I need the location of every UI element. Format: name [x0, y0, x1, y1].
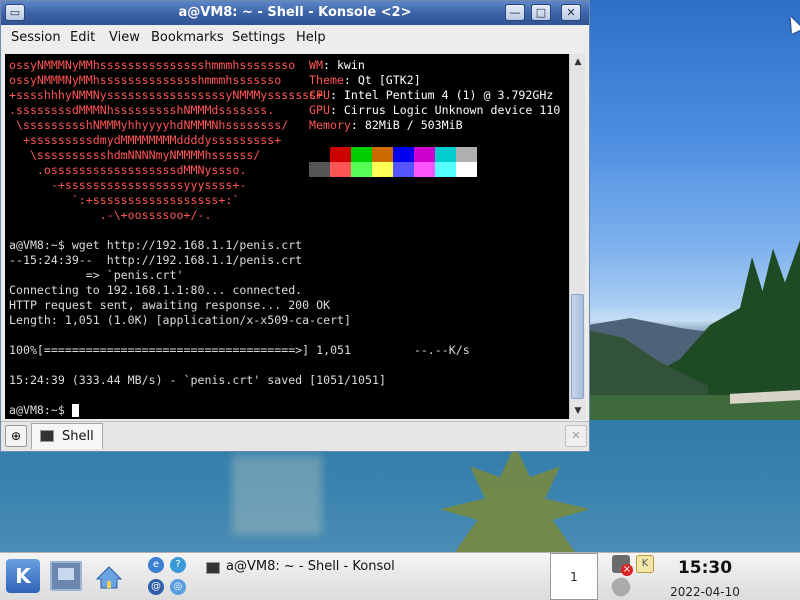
minimize-button[interactable]: — — [505, 4, 525, 21]
taskbar-window-button[interactable]: a@VM8: ~ - Shell - Konsol — [200, 555, 398, 581]
logo-line: +sssssssssdmydMMMMMMMMddddysssssssss+ — [9, 133, 282, 147]
konsole-window[interactable]: ▭ a@VM8: ~ - Shell - Konsole <2> — □ ✕ S… — [0, 0, 590, 452]
terminal-line: 15:24:39 (333.44 MB/s) - `penis.crt' sav… — [9, 373, 386, 387]
help-icon[interactable]: ? — [170, 557, 186, 573]
window-title: a@VM8: ~ - Shell - Konsole <2> — [178, 5, 412, 20]
terminal-icon — [40, 430, 54, 442]
palette-swatch — [330, 147, 351, 162]
wallpaper-pine-branch — [440, 445, 590, 552]
info-line: CPU: Intel Pentium 4 (1) @ 3.792GHz — [309, 88, 554, 102]
mouse-icon[interactable] — [608, 574, 634, 600]
show-desktop-icon[interactable] — [50, 561, 82, 591]
logo-line: +sssshhhyNMMNysssssssssssssssssyNMMMysss… — [9, 88, 324, 102]
konqueror-icon[interactable]: e — [148, 557, 164, 573]
palette-swatch — [309, 162, 330, 177]
kmail-icon[interactable]: @ — [148, 579, 164, 595]
terminal-line: a@VM8:~$ — [9, 403, 72, 417]
palette-swatch — [330, 162, 351, 177]
info-line: Memory: 82MiB / 503MiB — [309, 118, 463, 132]
palette-swatch — [351, 147, 372, 162]
logo-line: `:+ssssssssssssssssss+:` — [9, 193, 240, 207]
terminal-area[interactable]: ossyNMMMNyMMhssssssssssssssshmmmhsssssss… — [5, 54, 569, 419]
taskbar: K e ? @ ◎ a@VM8: ~ - Shell - Konsol 1 K … — [0, 552, 800, 600]
terminal-icon — [206, 562, 220, 574]
palette-swatch — [372, 162, 393, 177]
terminal-line: Connecting to 192.168.1.1:80... connecte… — [9, 283, 303, 297]
taskbar-window-title: a@VM8: ~ - Shell - Konsol — [226, 559, 395, 574]
menu-edit[interactable]: Edit — [70, 30, 95, 45]
network-disconnected-icon[interactable] — [612, 555, 633, 576]
palette-swatch — [351, 162, 372, 177]
info-line: Theme: Qt [GTK2] — [309, 73, 421, 87]
palette-swatch — [414, 147, 435, 162]
tab-shell[interactable]: Shell — [31, 423, 103, 449]
close-tab-button[interactable]: ✕ — [565, 425, 587, 447]
terminal-line: --15:24:39-- http://192.168.1.1/penis.cr… — [9, 253, 303, 267]
palette-swatch — [372, 147, 393, 162]
menu-settings[interactable]: Settings — [232, 30, 285, 45]
menu-bookmarks[interactable]: Bookmarks — [151, 30, 224, 45]
terminal-scrollbar[interactable]: ▲ ▼ — [569, 54, 585, 419]
palette-swatch — [435, 147, 456, 162]
terminal-cursor — [72, 404, 79, 417]
scroll-thumb[interactable] — [571, 294, 584, 399]
palette-swatch — [435, 162, 456, 177]
terminal-line: a@VM8:~$ wget http://192.168.1.1/penis.c… — [9, 238, 303, 252]
logo-line: .-\+oossssoo+/-. — [9, 208, 212, 222]
klipper-icon[interactable]: K — [636, 555, 654, 573]
system-tray: K — [604, 553, 662, 600]
terminal-line: Length: 1,051 (1.0K) [application/x-x509… — [9, 313, 352, 327]
new-tab-button[interactable]: ⊕ — [5, 425, 27, 447]
web-browser-icon[interactable]: ◎ — [170, 579, 186, 595]
menu-session[interactable]: Session — [11, 30, 61, 45]
clock-date[interactable]: 2022-04-10 — [662, 585, 748, 599]
home-folder-icon[interactable] — [93, 561, 125, 591]
close-button[interactable]: ✕ — [561, 4, 581, 21]
info-line: GPU: Cirrus Logic Unknown device 110 — [309, 103, 561, 117]
logo-line: .ossssssssssssssssssdMMNyssso. — [9, 163, 247, 177]
terminal-line: HTTP request sent, awaiting response... … — [9, 298, 331, 312]
terminal-line: 100%[===================================… — [9, 343, 470, 357]
logo-line: \ssssssssshNMMMyhhyyyyhdNMMMNhssssssss/ — [9, 118, 289, 132]
logo-line: ossyNMMMNyMMhsssssssssssssshmmmhsssssso — [9, 73, 282, 87]
scroll-up-arrow-icon[interactable]: ▲ — [570, 54, 586, 70]
palette-swatch — [456, 162, 477, 177]
logo-line: .ssssssssdMMMNhssssssssshNMMMdsssssss. — [9, 103, 275, 117]
scroll-down-arrow-icon[interactable]: ▼ — [570, 403, 586, 419]
palette-swatch — [309, 147, 330, 162]
palette-swatch — [414, 162, 435, 177]
desktop-pager[interactable]: 1 — [550, 553, 598, 600]
palette-swatch — [456, 147, 477, 162]
palette-swatch — [393, 147, 414, 162]
logo-line: \sssssssssshdmNNNNmyNMMMMhssssss/ — [9, 148, 261, 162]
menu-view[interactable]: View — [109, 30, 140, 45]
terminal-line: => `penis.crt' — [9, 268, 184, 282]
wallpaper-reflection — [232, 455, 322, 535]
tab-label: Shell — [62, 429, 94, 444]
menu-help[interactable]: Help — [296, 30, 326, 45]
clock-time[interactable]: 15:30 — [662, 558, 748, 578]
info-line: WM: kwin — [309, 58, 365, 72]
maximize-button[interactable]: □ — [531, 4, 551, 21]
tab-bar: ⊕ Shell ✕ — [1, 421, 589, 451]
palette-swatch — [393, 162, 414, 177]
k-menu-button[interactable]: K — [6, 559, 40, 593]
menu-bar: Session Edit View Bookmarks Settings Hel… — [1, 25, 589, 51]
window-titlebar[interactable]: ▭ a@VM8: ~ - Shell - Konsole <2> — □ ✕ — [1, 1, 589, 25]
logo-line: -+sssssssssssssssssyyyssss+- — [9, 178, 247, 192]
logo-line: ossyNMMMNyMMhssssssssssssssshmmmhsssssss… — [9, 58, 296, 72]
